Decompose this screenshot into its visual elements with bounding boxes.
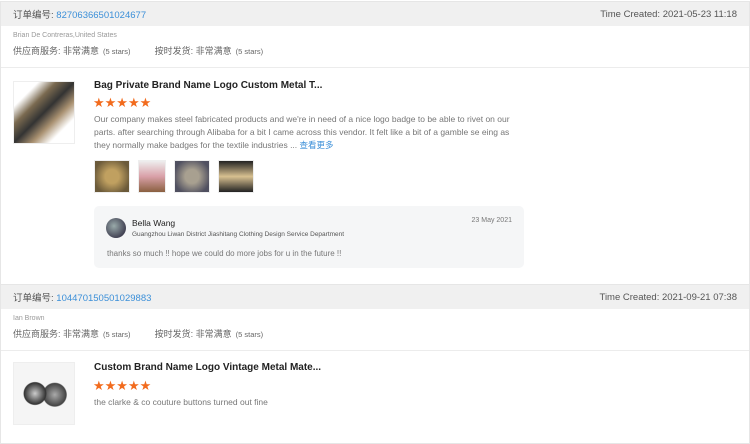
on-time-label: 按时发货: <box>154 46 194 56</box>
order-card: 订单编号: 82706366501024677 Time Created: 20… <box>0 1 750 286</box>
time-created-label: Time Created: <box>600 8 661 20</box>
order-number-label: 订单编号: <box>13 10 54 21</box>
review-photo[interactable] <box>138 160 166 193</box>
shipping-rating: 非常满意 <box>195 46 232 56</box>
supplier-stars: (5 stars) <box>103 330 131 339</box>
product-image[interactable] <box>13 81 75 144</box>
order-header: 订单编号: 104470150501029883 Time Created: 2… <box>1 285 749 309</box>
product-image[interactable] <box>13 362 75 425</box>
shipping-stars: (5 stars) <box>235 330 264 339</box>
product-title[interactable]: Bag Private Brand Name Logo Custom Metal… <box>94 80 322 91</box>
product-title[interactable]: Custom Brand Name Logo Vintage Metal Mat… <box>94 362 321 373</box>
rating-stars: ★★★★★ <box>93 378 152 393</box>
review-photo[interactable] <box>218 160 254 193</box>
reply-company: Guangzhou Liwan District Jiashitang Clot… <box>132 231 345 238</box>
time-created-value: 2021-05-23 11:18 <box>662 8 737 20</box>
order-header: 订单编号: 82706366501024677 Time Created: 20… <box>1 2 749 26</box>
order-number-label: 订单编号: <box>13 293 54 304</box>
reply-date: 23 May 2021 <box>471 217 512 224</box>
supplier-stars: (5 stars) <box>103 47 131 56</box>
avatar <box>106 218 126 238</box>
review-text: the clarke & co couture buttons turned o… <box>94 397 268 407</box>
supplier-rating: 非常满意 <box>63 329 100 339</box>
order-number-link[interactable]: 104470150501029883 <box>56 293 151 304</box>
reply-name: Bella Wang <box>132 218 176 228</box>
review-photo[interactable] <box>94 160 130 193</box>
buyer-name: Brian De Contreras,United States <box>13 32 117 39</box>
supplier-service-label: 供应商服务: <box>13 329 61 339</box>
order-number-link[interactable]: 82706366501024677 <box>56 10 146 21</box>
supplier-rating: 非常满意 <box>63 46 100 56</box>
seller-reply: Bella Wang Guangzhou Liwan District Jias… <box>94 206 524 268</box>
review-text: Our company makes steel fabricated produ… <box>94 113 524 152</box>
buyer-name: Ian Brown <box>13 315 45 322</box>
time-created-label: Time Created: <box>599 291 660 303</box>
time-created-value: 2021-09-21 07:38 <box>661 291 737 303</box>
shipping-stars: (5 stars) <box>235 47 264 56</box>
shipping-rating: 非常满意 <box>195 329 232 339</box>
rating-stars: ★★★★★ <box>93 95 152 110</box>
order-card: 订单编号: 104470150501029883 Time Created: 2… <box>0 284 750 444</box>
supplier-service-label: 供应商服务: <box>13 46 61 56</box>
read-more-link[interactable]: 查看更多 <box>300 140 334 150</box>
on-time-label: 按时发货: <box>154 329 194 339</box>
reply-message: thanks so much !! hope we could do more … <box>107 249 342 258</box>
review-photo[interactable] <box>174 160 210 193</box>
